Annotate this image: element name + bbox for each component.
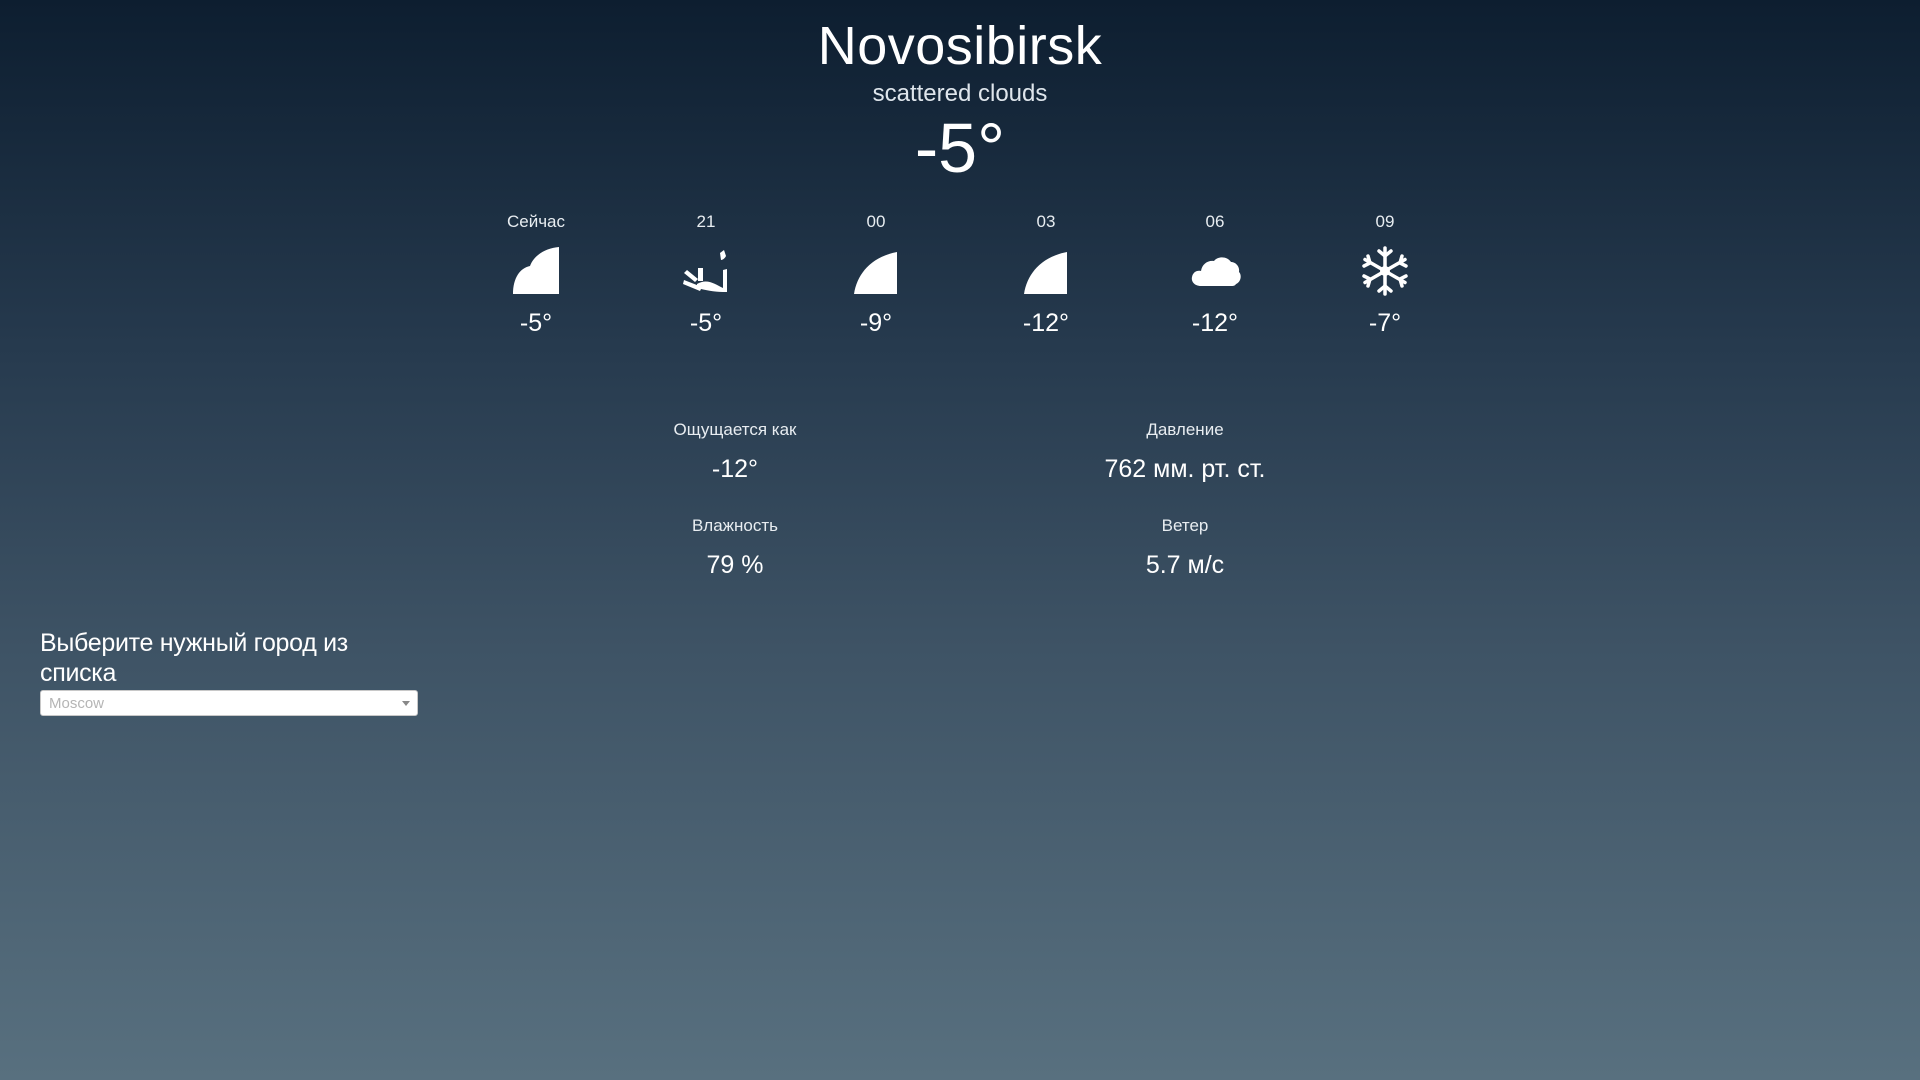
night-moon-icon — [854, 252, 897, 294]
forecast-temp: -5° — [519, 309, 553, 337]
feels-like-label: Ощущается как — [673, 420, 797, 439]
forecast-time: 03 — [1036, 212, 1056, 231]
forecast-item: 00 -9° — [816, 212, 936, 338]
forecast-temp: -7° — [1368, 309, 1402, 337]
city-name: Novosibirsk — [817, 16, 1103, 76]
hourly-forecast: Сейчас -5° 21 -5° 00 -9° 03 -12° 06 -12°… — [0, 212, 1920, 352]
forecast-item: 21 -5° — [646, 212, 766, 338]
cloud-icon — [1191, 257, 1241, 286]
pressure: Давление 762 мм. рт. ст. — [1035, 420, 1335, 484]
humidity-value: 79 % — [706, 551, 764, 579]
forecast-temp: -9° — [859, 309, 893, 337]
feels-like-value: -12° — [711, 455, 759, 483]
feels-like: Ощущается как -12° — [585, 420, 885, 484]
wind-label: Ветер — [1161, 516, 1209, 535]
forecast-item: 09 -7° — [1325, 212, 1445, 338]
forecast-temp: -5° — [689, 309, 723, 337]
night-moon-icon — [1024, 252, 1067, 294]
forecast-time: 06 — [1205, 212, 1225, 231]
night-partly-icon — [513, 247, 559, 294]
pressure-value: 762 мм. рт. ст. — [1104, 455, 1266, 483]
forecast-time: 00 — [866, 212, 886, 231]
humidity-label: Влажность — [691, 516, 779, 535]
forecast-temp: -12° — [1022, 309, 1070, 337]
forecast-time: Сейчас — [506, 212, 566, 231]
wind: Ветер 5.7 м/с — [1035, 516, 1335, 580]
forecast-item: 06 -12° — [1155, 212, 1275, 338]
current-temperature: -5° — [914, 109, 1006, 187]
forecast-time: 09 — [1375, 212, 1395, 231]
snowflake-icon — [1362, 246, 1408, 296]
night-windy-icon — [683, 250, 727, 292]
wind-value: 5.7 м/с — [1145, 551, 1225, 579]
city-select[interactable]: Moscow — [40, 690, 418, 716]
city-selector: Выберите нужный город из списка Moscow — [40, 628, 420, 716]
pressure-label: Давление — [1146, 420, 1224, 439]
humidity: Влажность 79 % — [585, 516, 885, 580]
forecast-item: 03 -12° — [986, 212, 1106, 338]
forecast-temp: -12° — [1191, 309, 1239, 337]
current-weather: Novosibirsk scattered clouds -5° — [0, 14, 1920, 188]
weather-description: scattered clouds — [872, 80, 1048, 107]
city-select-label: Выберите нужный город из списка — [40, 629, 348, 687]
forecast-time: 21 — [696, 212, 716, 231]
chevron-down-icon — [402, 701, 410, 706]
forecast-item: Сейчас -5° — [476, 212, 596, 338]
city-select-value: Moscow — [49, 695, 105, 712]
